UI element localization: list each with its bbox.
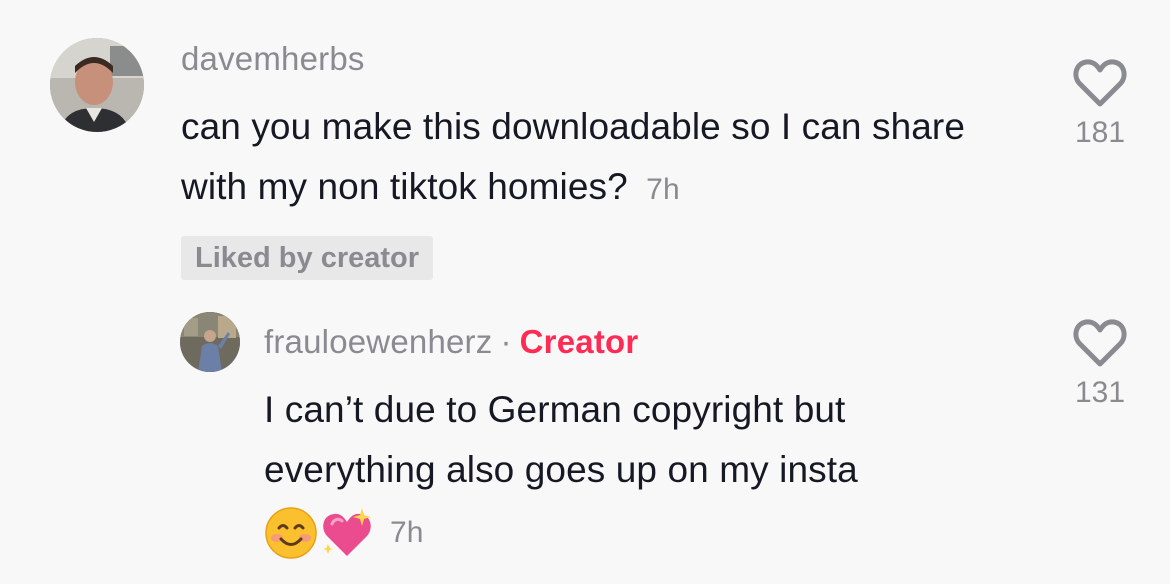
reply-username-row: frauloewenherz · Creator (264, 323, 638, 361)
comment-username[interactable]: frauloewenherz (264, 323, 492, 360)
comment-timestamp: 7h (390, 516, 424, 549)
heart-outline-icon[interactable] (1073, 318, 1127, 368)
comment-timestamp: 7h (646, 173, 680, 206)
comment-text: can you make this downloadable so I can … (181, 97, 1011, 220)
emoji-row (264, 506, 376, 560)
like-count: 131 (1074, 376, 1126, 409)
separator-dot: · (500, 323, 512, 360)
smiling-face-emoji (265, 507, 317, 559)
comment-line-1: I can’t due to German copyright but (264, 389, 846, 430)
liked-by-creator-badge: Liked by creator (181, 236, 434, 280)
heart-outline-icon[interactable] (1073, 58, 1127, 108)
avatar[interactable] (180, 312, 240, 372)
emoji-line: 7h (264, 500, 1024, 566)
comment-text: I can’t due to German copyright but ever… (264, 380, 1024, 566)
creator-label: Creator (519, 323, 639, 360)
like-control[interactable]: 181 (1050, 58, 1150, 150)
user-photo-avatar (180, 312, 240, 372)
comment-line-2: everything also goes up on my insta (264, 449, 858, 490)
like-count: 181 (1074, 116, 1126, 149)
comment-body: can you make this downloadable so I can … (181, 106, 966, 207)
sparkling-heart-emoji (323, 508, 371, 556)
user-photo-avatar (50, 38, 144, 132)
comment-username[interactable]: davemherbs (181, 40, 365, 78)
avatar[interactable] (50, 38, 144, 132)
like-control[interactable]: 131 (1050, 318, 1150, 410)
